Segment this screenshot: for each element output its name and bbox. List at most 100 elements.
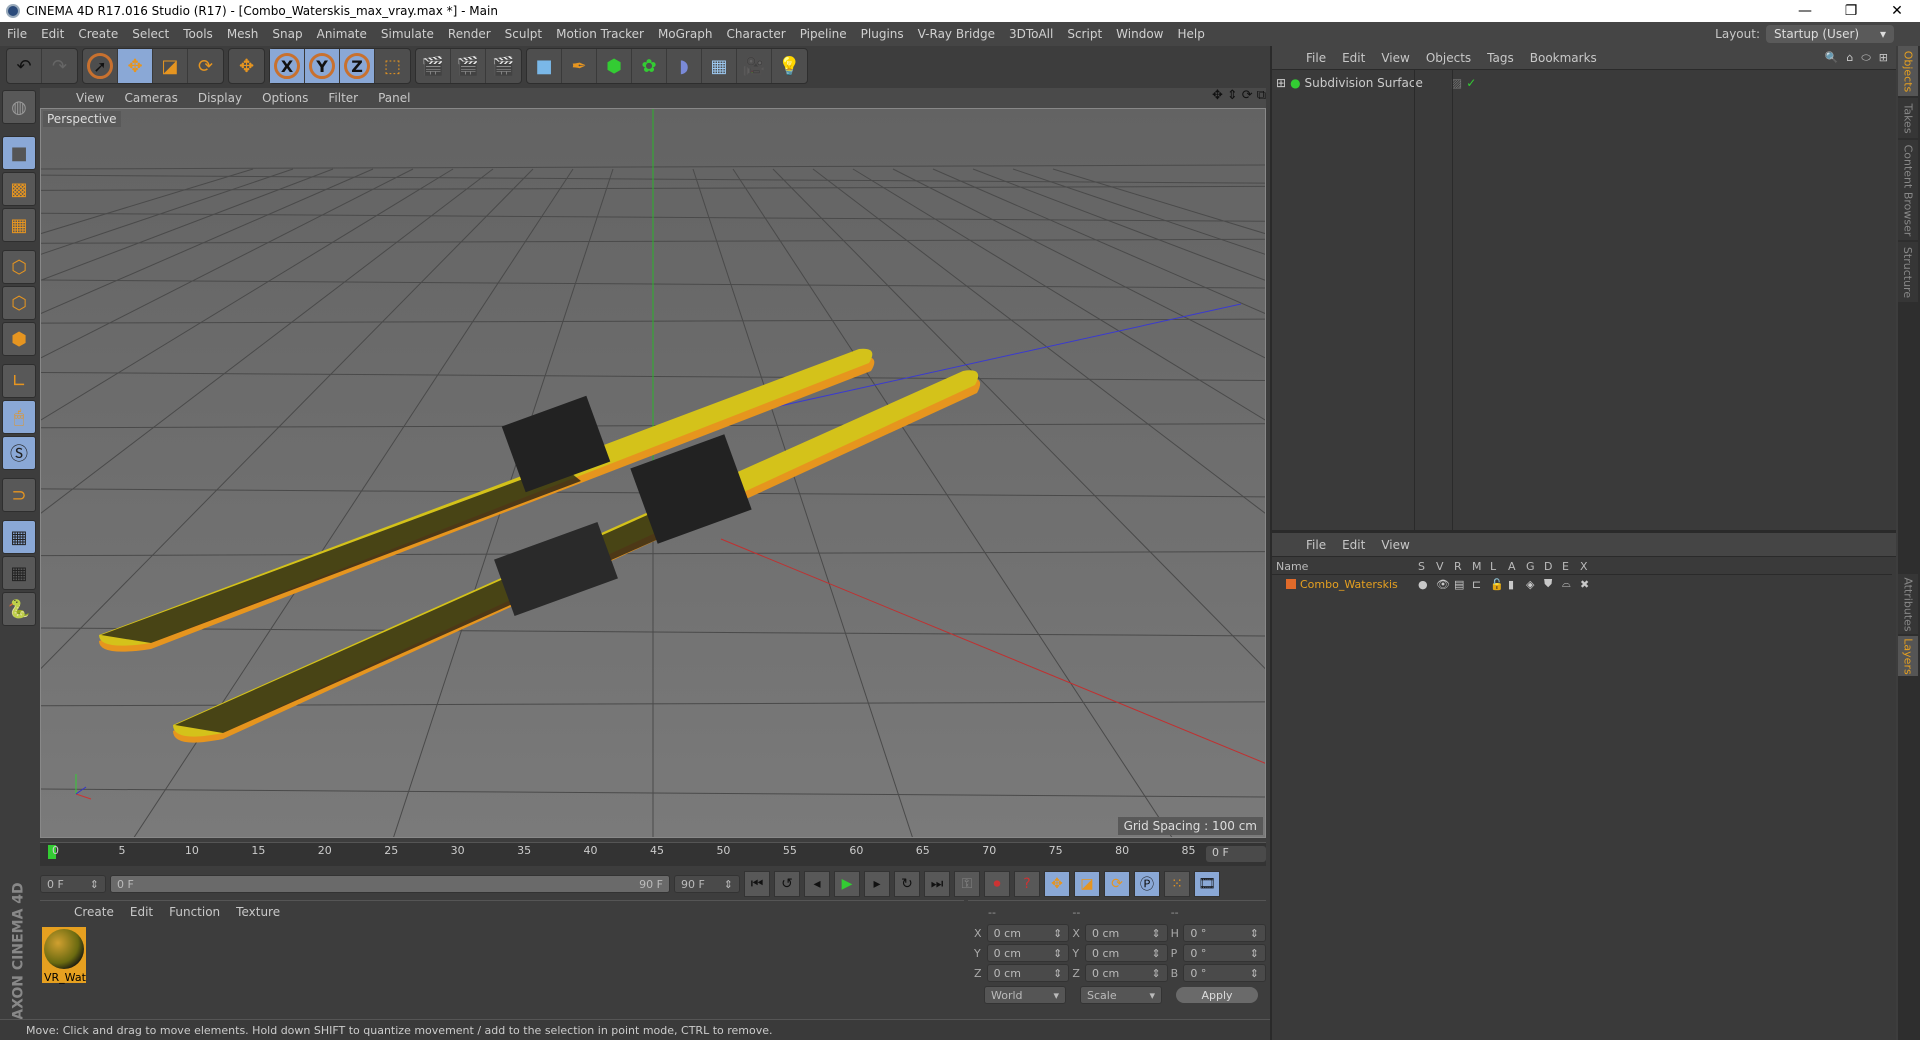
size-z-field[interactable]: 0 cm ⇕ xyxy=(1085,964,1168,982)
solo-button[interactable]: Ⓢ xyxy=(2,436,36,470)
generator-icon[interactable]: ◈ xyxy=(1526,578,1544,591)
menu-3dtoall[interactable]: 3DToAll xyxy=(1002,27,1060,41)
pan-icon[interactable]: ✥ xyxy=(1212,88,1223,103)
tab-content-browser[interactable]: Content Browser xyxy=(1898,140,1918,240)
menu-simulate[interactable]: Simulate xyxy=(374,27,441,41)
coordinate-system-button[interactable]: ⬚ xyxy=(375,49,410,83)
position-x-field[interactable]: 0 cm ⇕ xyxy=(986,924,1070,942)
link-icon[interactable]: ⬭ xyxy=(1857,51,1874,65)
menu-create[interactable]: Create xyxy=(71,27,125,41)
menu-sculpt[interactable]: Sculpt xyxy=(498,27,549,41)
clapperboard-icon[interactable]: ▤ xyxy=(1454,578,1472,591)
menu-select[interactable]: Select xyxy=(125,27,176,41)
deformer-icon[interactable]: ⛊ xyxy=(1544,577,1562,591)
material-swatch[interactable]: VR_Wat xyxy=(42,927,86,984)
om-menu-edit[interactable]: Edit xyxy=(1334,51,1373,65)
maximize-view-icon[interactable]: ⧉ xyxy=(1257,88,1266,103)
eye-icon[interactable]: 👁 xyxy=(1436,578,1454,591)
start-frame-field[interactable]: 0 F ⇕ xyxy=(40,875,106,893)
3d-viewport[interactable]: Perspective Grid Spacing : 100 cm xyxy=(40,108,1266,838)
tab-structure[interactable]: Structure xyxy=(1898,242,1918,302)
move-tool-button[interactable]: ✥ xyxy=(118,49,153,83)
om-menu-file[interactable]: File xyxy=(1298,51,1334,65)
material-menu-texture[interactable]: Texture xyxy=(228,905,288,919)
expression-icon[interactable]: ⌓ xyxy=(1562,577,1580,591)
layer-color-swatch[interactable] xyxy=(1286,579,1296,589)
menu-mograph[interactable]: MoGraph xyxy=(651,27,720,41)
home-icon[interactable]: ⌂ xyxy=(1842,51,1857,64)
rotation-p-field[interactable]: 0 ° ⇕ xyxy=(1183,944,1266,962)
hierarchy-icon[interactable]: ⊏ xyxy=(1472,578,1490,591)
polygons-mode-button[interactable]: ⬢ xyxy=(2,322,36,356)
workplane-mode-button[interactable]: ▦ xyxy=(2,208,36,242)
rotate-tool-button[interactable]: ⟳ xyxy=(188,49,223,83)
subdivision-surface-button[interactable]: ⬢ xyxy=(597,49,632,83)
om-menu-tags[interactable]: Tags xyxy=(1479,51,1522,65)
camera-button[interactable]: 🎥 xyxy=(737,49,772,83)
new-panel-icon[interactable]: ⊞ xyxy=(1875,51,1896,64)
search-icon[interactable]: 🔍 xyxy=(1821,51,1843,64)
position-y-field[interactable]: 0 cm ⇕ xyxy=(986,944,1070,962)
scale-tool-button[interactable]: ◪ xyxy=(153,49,188,83)
tab-layers[interactable]: Layers xyxy=(1898,636,1918,676)
menu-motion-tracker[interactable]: Motion Tracker xyxy=(549,27,651,41)
previous-frame-button[interactable]: ◂ xyxy=(804,871,830,897)
viewport-menu-filter[interactable]: Filter xyxy=(318,91,368,105)
close-button[interactable]: ✕ xyxy=(1874,0,1920,22)
viewport-menu-view[interactable]: View xyxy=(66,91,114,105)
key-scale-button[interactable]: ◪ xyxy=(1074,871,1100,897)
cube-object-button[interactable]: ■ xyxy=(527,49,562,83)
restore-button[interactable]: ❐ xyxy=(1828,0,1874,22)
frame-range-slider[interactable]: 0 F 90 F xyxy=(110,875,670,893)
size-y-field[interactable]: 0 cm ⇕ xyxy=(1085,944,1168,962)
autokey-button[interactable]: ⏺ xyxy=(984,871,1010,897)
light-button[interactable]: 💡 xyxy=(772,49,807,83)
xref-icon[interactable]: ✖ xyxy=(1580,578,1598,591)
lm-menu-file[interactable]: File xyxy=(1298,538,1334,552)
next-frame-button[interactable]: ▸ xyxy=(864,871,890,897)
menu-plugins[interactable]: Plugins xyxy=(854,27,911,41)
expand-icon[interactable]: ⊞ xyxy=(1276,76,1286,90)
minimize-button[interactable]: — xyxy=(1782,0,1828,22)
dolly-icon[interactable]: ⇕ xyxy=(1227,88,1238,103)
key-pla-button[interactable]: ⁙ xyxy=(1164,871,1190,897)
keyframe-selection-button[interactable]: ? xyxy=(1014,871,1040,897)
edges-mode-button[interactable]: ⬡ xyxy=(2,286,36,320)
timeline-ruler[interactable]: 051015202530354045505560657075808590 xyxy=(40,842,1266,866)
render-view-button[interactable]: 🎬 xyxy=(416,49,451,83)
floor-button[interactable]: ▦ xyxy=(702,49,737,83)
next-key-button[interactable]: ↻ xyxy=(894,871,920,897)
tab-objects[interactable]: Objects xyxy=(1898,46,1918,96)
z-axis-lock-button[interactable]: Z xyxy=(340,49,375,83)
render-picture-viewer-button[interactable]: 🎬 xyxy=(451,49,486,83)
key-position-button[interactable]: ✥ xyxy=(1044,871,1070,897)
make-editable-button[interactable]: ◍ xyxy=(2,90,36,124)
y-axis-lock-button[interactable]: Y xyxy=(305,49,340,83)
menu-pipeline[interactable]: Pipeline xyxy=(793,27,854,41)
tab-attributes[interactable]: Attributes xyxy=(1898,574,1918,634)
pen-spline-button[interactable]: ✒ xyxy=(562,49,597,83)
orbit-icon[interactable]: ⟳ xyxy=(1242,88,1253,103)
material-menu-function[interactable]: Function xyxy=(161,905,228,919)
rotation-b-field[interactable]: 0 ° ⇕ xyxy=(1183,964,1266,982)
python-button[interactable]: 🐍 xyxy=(2,592,36,626)
menu-render[interactable]: Render xyxy=(441,27,498,41)
apply-button[interactable]: Apply xyxy=(1176,987,1258,1003)
deformer-button[interactable]: ◗ xyxy=(667,49,702,83)
axis-mode-button[interactable]: ∟ xyxy=(2,364,36,398)
rotation-h-field[interactable]: 0 ° ⇕ xyxy=(1183,924,1266,942)
viewport-menu-options[interactable]: Options xyxy=(252,91,318,105)
cloner-button[interactable]: ✿ xyxy=(632,49,667,83)
menu-animate[interactable]: Animate xyxy=(310,27,374,41)
tweak-mode-button[interactable]: 🖱 xyxy=(2,400,36,434)
menu-edit[interactable]: Edit xyxy=(34,27,71,41)
om-menu-objects[interactable]: Objects xyxy=(1418,51,1479,65)
enabled-check-icon[interactable]: ✓ xyxy=(1466,76,1476,90)
points-mode-button[interactable]: ⬡ xyxy=(2,250,36,284)
viewport-menu-panel[interactable]: Panel xyxy=(368,91,420,105)
tab-takes[interactable]: Takes xyxy=(1898,98,1918,138)
size-mode-dropdown[interactable]: Scale ▾ xyxy=(1080,986,1162,1004)
model-mode-button[interactable]: ■ xyxy=(2,136,36,170)
undo-button[interactable]: ↶ xyxy=(7,49,42,83)
snapping-button[interactable]: ⊃ xyxy=(2,478,36,512)
